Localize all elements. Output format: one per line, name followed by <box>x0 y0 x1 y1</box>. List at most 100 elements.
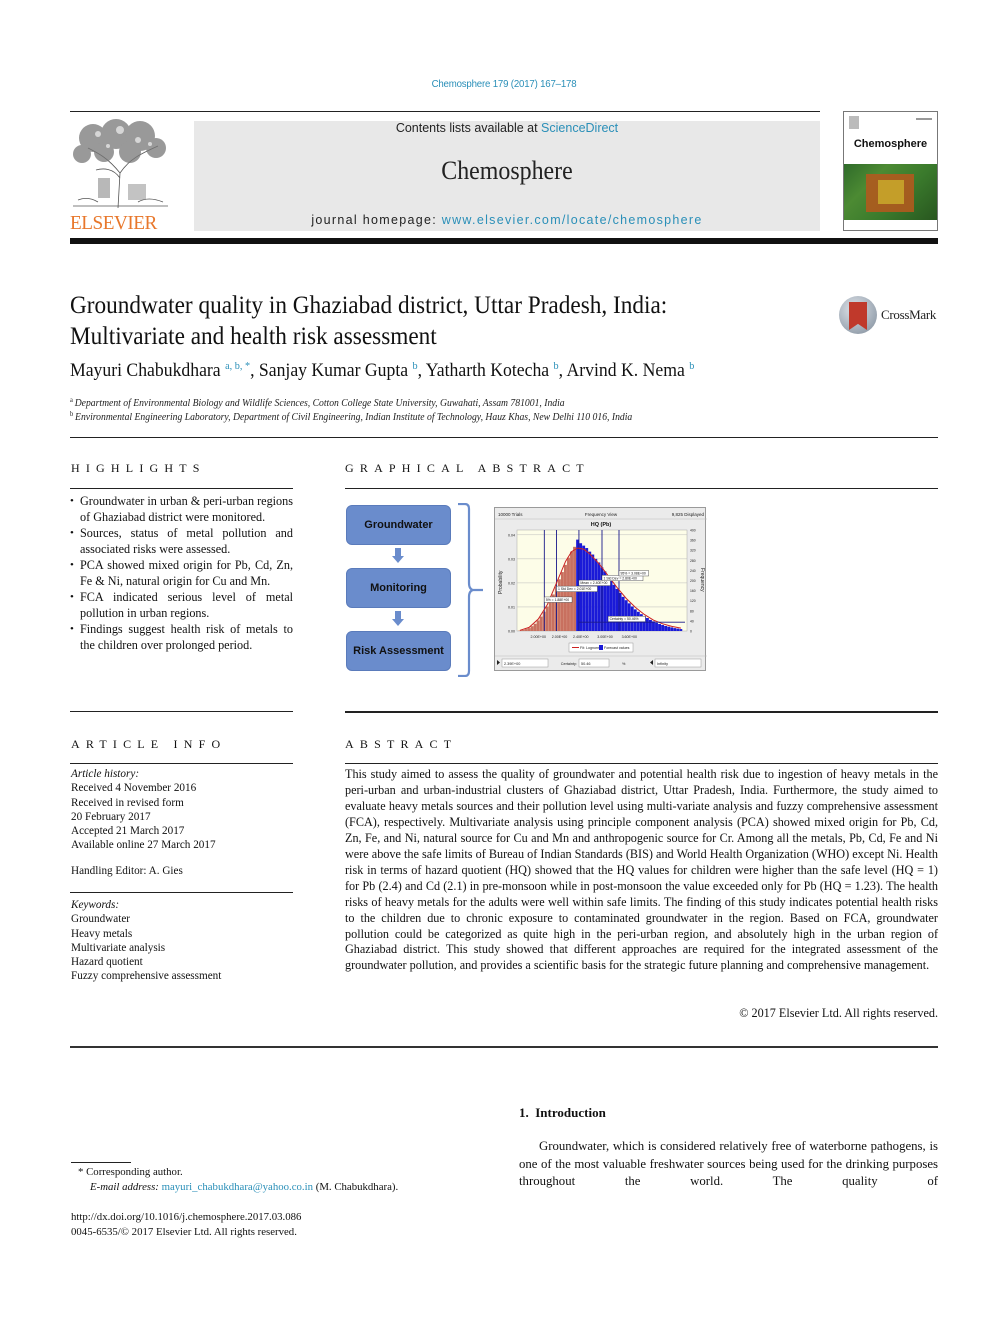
left-value-text: 2.39E+00 <box>504 662 520 666</box>
annotation-label: 95% = 3.08E+00 <box>621 571 646 575</box>
y-axis-label: Probability <box>498 570 504 594</box>
author-affiliation-marks[interactable]: b <box>689 360 694 372</box>
histogram-bar <box>658 624 662 631</box>
affiliation-text: Department of Environmental Biology and … <box>74 398 565 409</box>
histogram-bar <box>664 625 668 631</box>
right-value-text: Infinity <box>657 662 668 666</box>
article-info-heading: ARTICLE INFO <box>71 737 227 751</box>
graphical-abstract-bottom-rule <box>345 711 938 713</box>
article-history: Article history: Received 4 November 201… <box>71 767 294 853</box>
histogram-bar <box>648 619 652 631</box>
cover-image <box>844 164 937 220</box>
email-suffix: (M. Chabukdhara). <box>313 1181 399 1193</box>
left-grabber-icon[interactable] <box>497 660 500 665</box>
y-right-tick-label: 160 <box>690 589 696 593</box>
section-divider <box>70 437 938 438</box>
x-tick-label: 2.40E+00 <box>573 635 589 639</box>
keyword: Multivariate analysis <box>71 941 166 954</box>
history-entry: Accepted 21 March 2017 <box>71 825 185 838</box>
author-affiliation-marks[interactable]: a, b, * <box>225 360 250 372</box>
histogram-bar <box>676 628 680 631</box>
keywords-label: Keywords: <box>71 899 120 911</box>
annotation-label: 5% = 1.88E+00 <box>546 598 569 602</box>
right-grabber-icon[interactable] <box>650 660 653 665</box>
email-label: E-mail address: <box>90 1181 162 1193</box>
crossmark-badge[interactable]: CrossMark <box>839 296 943 336</box>
histogram-bar <box>567 557 570 631</box>
article-history-label: Article history: <box>71 768 140 780</box>
affiliation-mark: a <box>70 396 73 404</box>
header-thick-rule <box>70 238 938 244</box>
highlights-list: Groundwater in urban & peri-urban region… <box>70 493 293 653</box>
histogram-bar <box>621 596 625 631</box>
chart-header-right: 9,825 Displayed <box>672 512 705 517</box>
histogram-bar <box>615 588 619 631</box>
author-name[interactable]: Sanjay Kumar Gupta <box>259 360 408 381</box>
annotation-label: 1 Std Dev = 2.01E+00 <box>558 587 591 591</box>
handling-editor: Handling Editor: A. Gies <box>71 865 183 877</box>
histogram-bar <box>679 629 683 631</box>
keyword: Fuzzy comprehensive assessment <box>71 970 222 983</box>
histogram-bar <box>533 623 537 631</box>
histogram-bar <box>670 627 674 631</box>
journal-cover-thumbnail[interactable]: Chemosphere <box>843 111 938 231</box>
affiliation-b: b Environmental Engineering Laboratory, D… <box>70 410 861 423</box>
keywords-rule <box>70 892 293 893</box>
legend-forecast-label: Forecast values <box>604 646 630 650</box>
certainty-value: 50.46 <box>581 662 591 666</box>
y-tick-label: 0.03 <box>508 557 515 561</box>
keyword: Hazard quotient <box>71 956 143 969</box>
title-line-1: Groundwater quality in Ghaziabad distric… <box>70 292 668 319</box>
introduction-heading: 1. Introduction <box>519 1105 606 1120</box>
keywords: Keywords: Groundwater Heavy metals Multi… <box>71 898 294 984</box>
highlight-item: Findings suggest health risk of metals t… <box>70 621 293 653</box>
journal-homepage-link[interactable]: www.elsevier.com/locate/chemosphere <box>442 213 703 227</box>
author-affiliation-marks[interactable]: b <box>413 360 418 372</box>
legend-forecast-swatch <box>599 645 603 650</box>
y-axis-right-ticks: 40036032028024020016012080400 <box>690 529 696 634</box>
histogram-bar <box>661 624 665 631</box>
abstract-text: This study aimed to assess the quality o… <box>345 767 938 973</box>
sciencedirect-link[interactable]: ScienceDirect <box>541 121 618 135</box>
x-tick-label: 2.00E+00 <box>552 635 568 639</box>
author-affiliation-marks[interactable]: b <box>554 360 559 372</box>
histogram-bar <box>609 580 613 631</box>
author-name[interactable]: Arvind K. Nema <box>567 360 685 381</box>
footnote-rule <box>71 1162 131 1163</box>
y-right-tick-label: 280 <box>690 559 696 563</box>
abstract-heading: ABSTRACT <box>345 737 458 751</box>
journal-citation-link[interactable]: Chemosphere 179 (2017) 167–178 <box>40 78 967 90</box>
abstract-rule <box>345 763 938 764</box>
annotation-label: Mean = 2.40E+00 <box>580 581 607 585</box>
doi-link[interactable]: http://dx.doi.org/10.1016/j.chemosphere.… <box>71 1211 301 1223</box>
down-arrow-icon <box>392 611 404 627</box>
histogram-bar <box>536 620 540 631</box>
certainty-percent: % <box>622 662 626 666</box>
x-tick-label: 3.00E+00 <box>597 635 613 639</box>
article-title: Groundwater quality in Ghaziabad distric… <box>70 290 777 352</box>
history-entry: Available online 27 March 2017 <box>71 839 216 852</box>
histogram-bar <box>548 600 552 631</box>
histogram-bar <box>594 558 598 631</box>
journal-name: Chemosphere <box>441 156 573 185</box>
author-name[interactable]: Mayuri Chabukdhara <box>70 360 221 381</box>
y-tick-label: 0.04 <box>508 533 515 537</box>
histogram-bar <box>612 584 616 631</box>
email-link[interactable]: mayuri_chabukdhara@yahoo.co.in <box>162 1181 313 1193</box>
author-list: Mayuri Chabukdhara a, b, *, Sanjay Kumar… <box>70 360 695 381</box>
contents-line: Contents lists available at ScienceDirec… <box>194 121 820 135</box>
flow-box-risk-assessment: Risk Assessment <box>346 631 451 671</box>
x-axis-ticks: 2.00E+00 2.00E+00 2.40E+00 3.00E+00 3.60E+00 <box>531 635 638 639</box>
abstract-copyright: © 2017 Elsevier Ltd. All rights reserved… <box>739 1006 938 1020</box>
elsevier-wordmark: ELSEVIER <box>70 212 157 234</box>
author-name[interactable]: Yatharth Kotecha <box>426 360 549 381</box>
graphical-abstract-heading: GRAPHICAL ABSTRACT <box>345 461 590 475</box>
affiliation-text: Environmental Engineering Laboratory, De… <box>75 412 633 423</box>
histogram-bar <box>545 606 549 631</box>
issn-copyright: 0045-6535/© 2017 Elsevier Ltd. All right… <box>71 1226 297 1238</box>
flow-box-groundwater: Groundwater <box>346 505 451 545</box>
highlights-bottom-rule <box>70 711 293 712</box>
histogram-bar <box>655 622 658 631</box>
history-entry: 20 February 2017 <box>71 810 151 823</box>
graphical-abstract-rule <box>345 488 938 489</box>
